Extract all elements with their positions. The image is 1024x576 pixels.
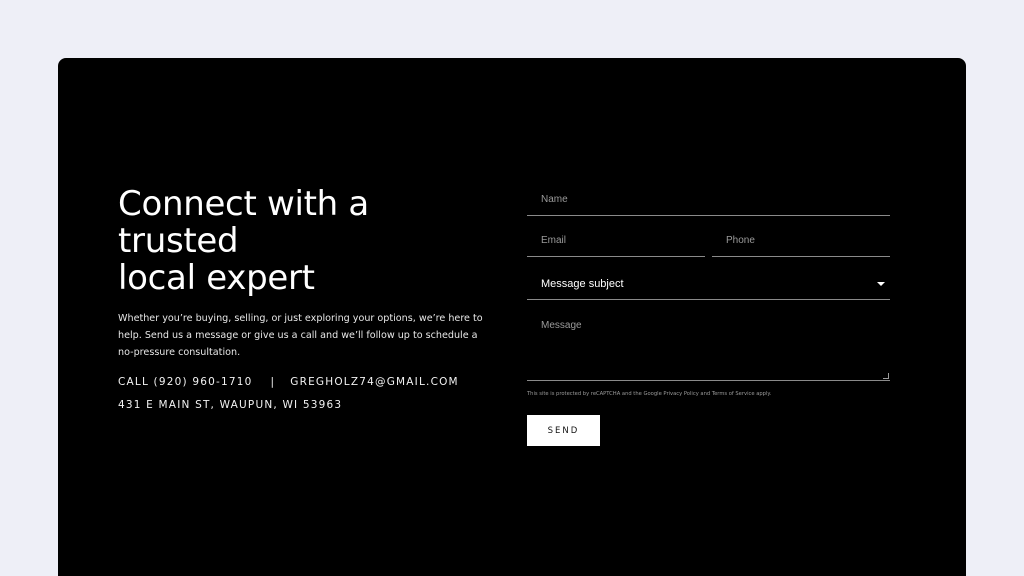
contact-form: Name Email Phone Message subject Message… — [527, 183, 890, 446]
email-phone-row: Email Phone — [527, 224, 890, 257]
page-title: Connect with a trusted local expert — [118, 186, 498, 297]
intro-text: Whether you’re buying, selling, or just … — [118, 313, 483, 358]
headline-line-2: local expert — [118, 258, 315, 298]
contact-card: Connect with a trusted local expert Whet… — [58, 58, 966, 576]
contact-info: Connect with a trusted local expert Whet… — [118, 186, 498, 412]
subject-select[interactable]: Message subject — [527, 266, 890, 300]
phone-placeholder: Phone — [726, 235, 755, 246]
message-placeholder: Message — [541, 320, 582, 331]
recaptcha-notice: This site is protected by reCAPTCHA and … — [527, 391, 772, 397]
name-placeholder: Name — [541, 194, 568, 205]
caret-down-icon — [877, 282, 885, 286]
email-field[interactable]: Email — [527, 224, 705, 257]
contact-row: CALL (920) 960-1710 | GREGHOLZ74@GMAIL.COM — [118, 376, 498, 388]
subject-value: Message subject — [541, 278, 624, 290]
headline-line-1: Connect with a trusted — [118, 184, 369, 261]
email-placeholder: Email — [541, 235, 567, 246]
email-link[interactable]: GREGHOLZ74@GMAIL.COM — [290, 376, 459, 388]
separator: | — [270, 376, 276, 388]
send-button[interactable]: SEND — [527, 415, 600, 446]
address: 431 E MAIN ST, WAUPUN, WI 53963 — [118, 399, 343, 411]
resize-handle-icon[interactable] — [883, 373, 889, 379]
phone-field[interactable]: Phone — [712, 224, 890, 257]
message-field[interactable]: Message — [527, 308, 890, 381]
name-field[interactable]: Name — [527, 183, 890, 216]
phone-link[interactable]: CALL (920) 960-1710 — [118, 376, 252, 388]
